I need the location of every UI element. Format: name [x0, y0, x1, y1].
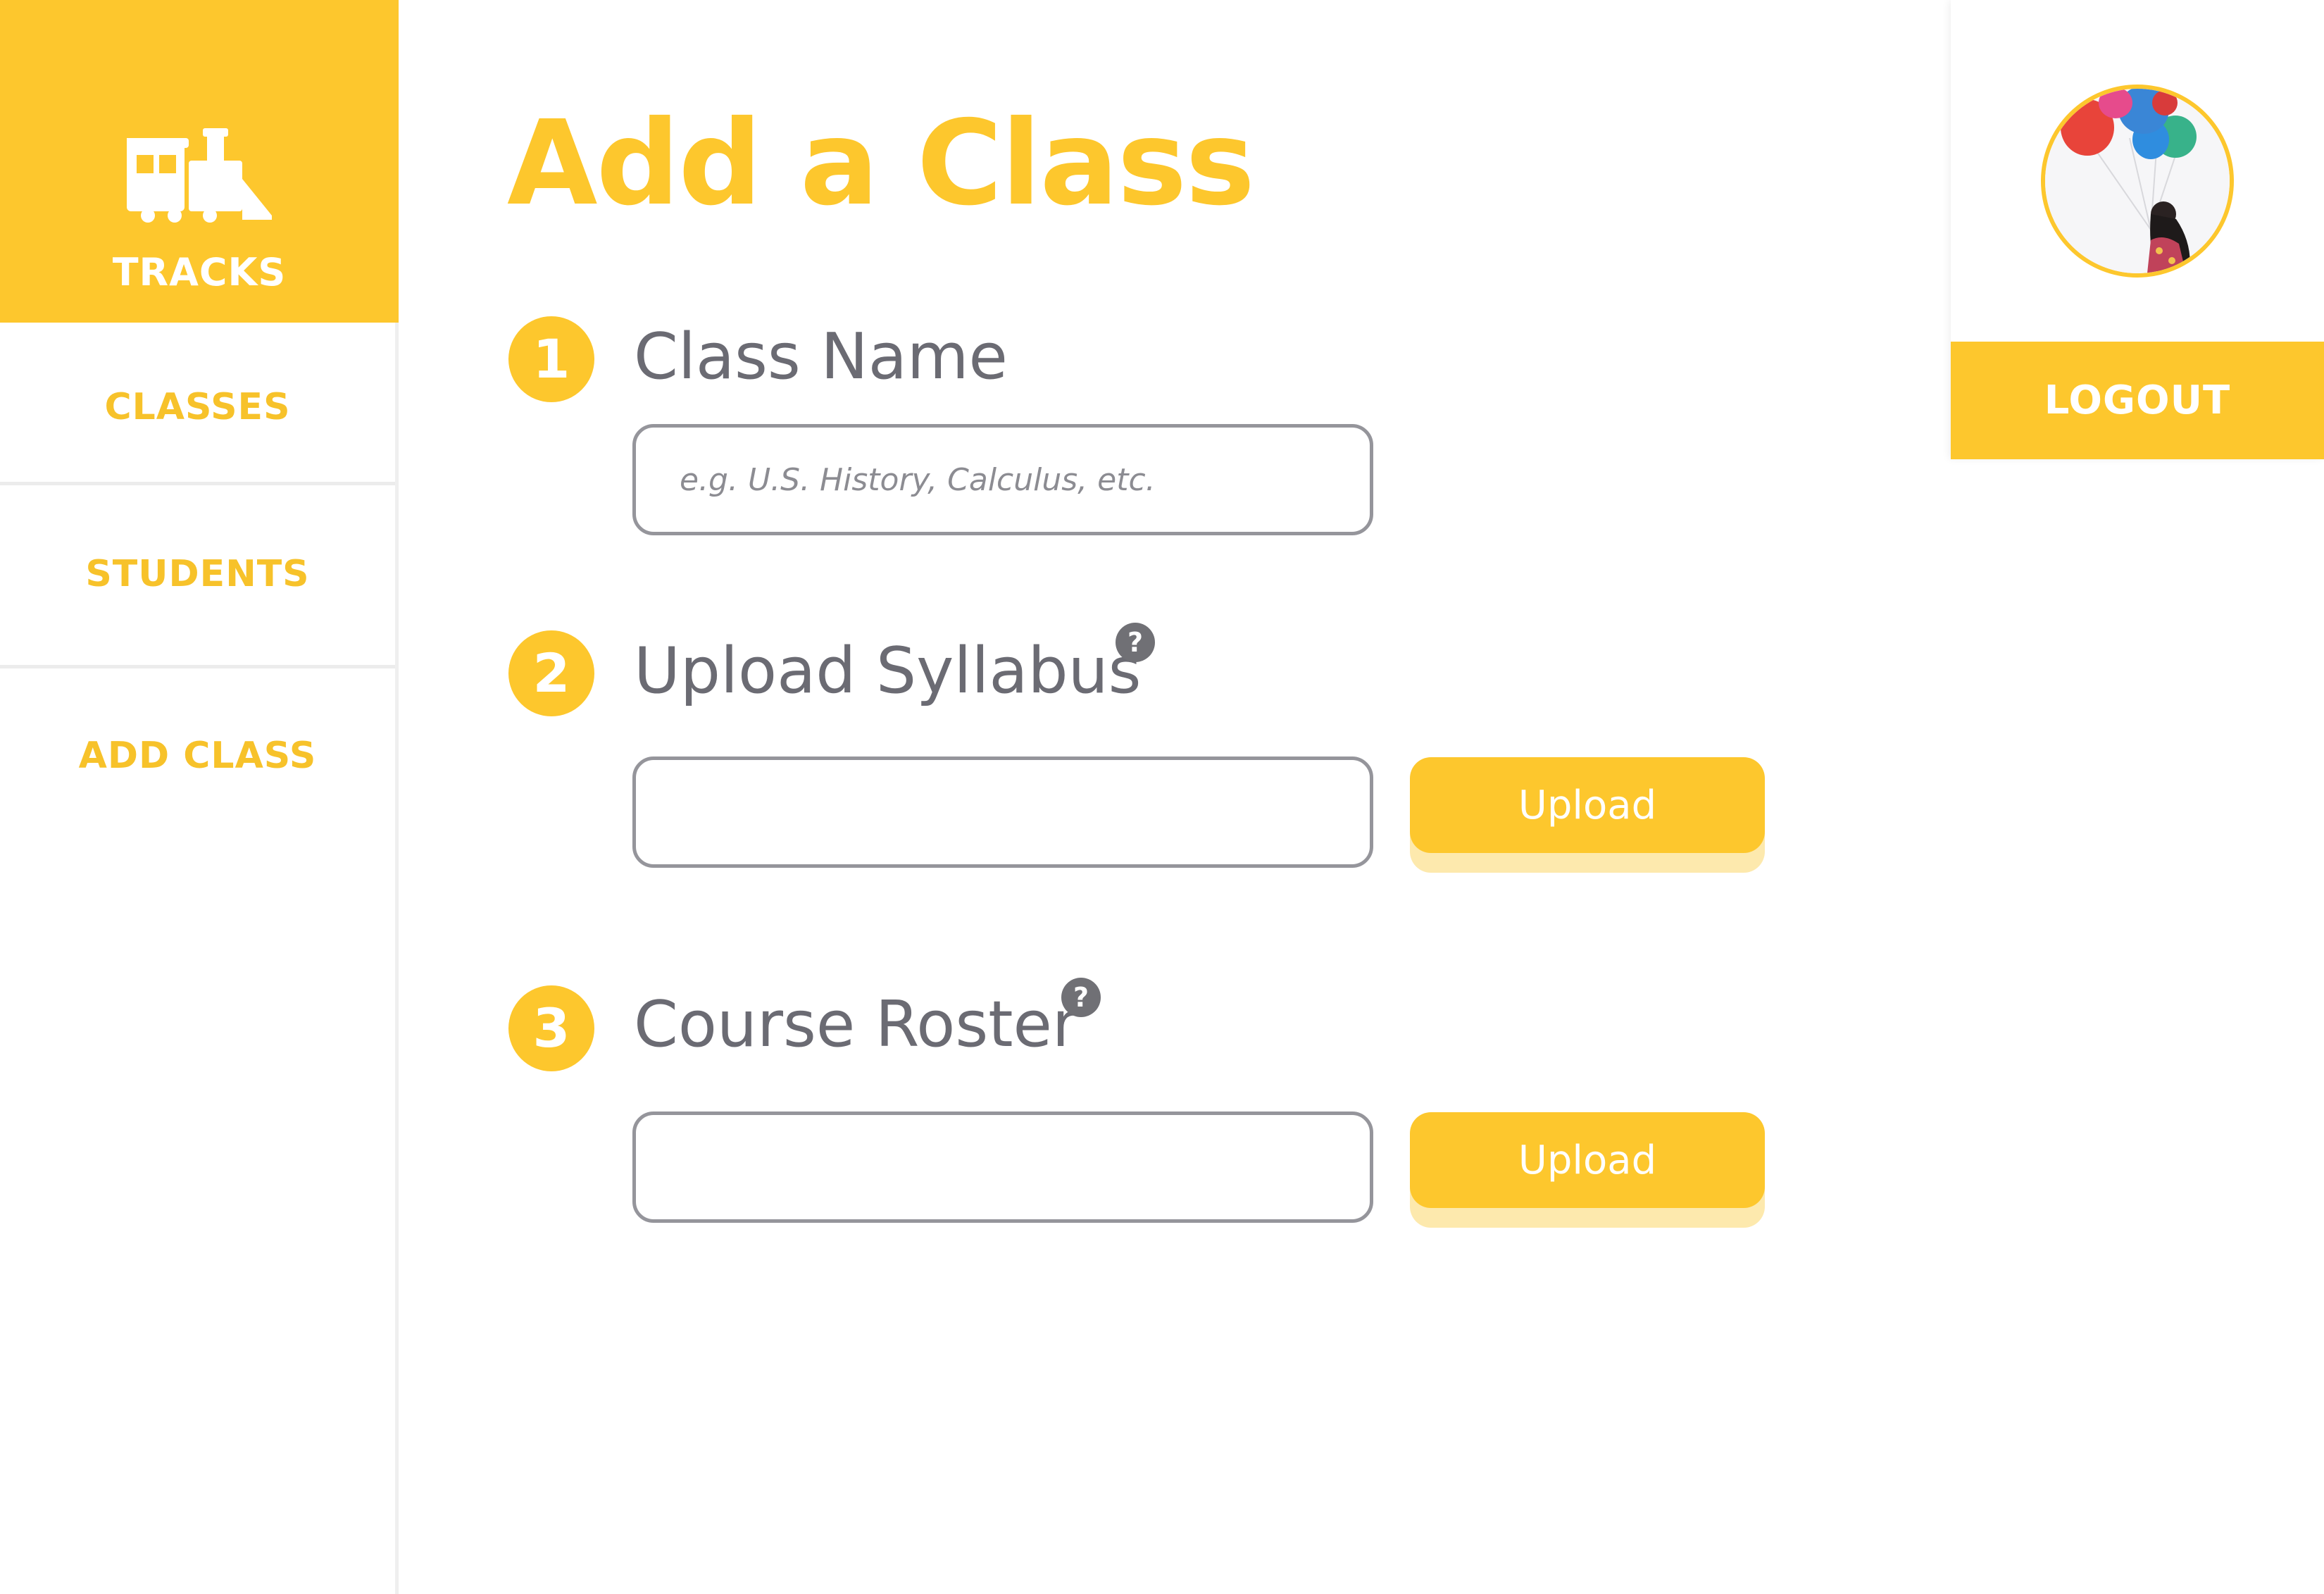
help-icon[interactable]: ? — [1116, 623, 1155, 662]
step-number-badge: 2 — [508, 630, 594, 716]
user-avatar-icon — [2045, 89, 2230, 273]
course-roster-label: Course Roster — [634, 988, 1078, 1061]
roster-file-field[interactable] — [632, 1112, 1373, 1223]
train-icon — [127, 128, 272, 223]
syllabus-file-field[interactable] — [632, 756, 1373, 868]
avatar[interactable] — [2041, 85, 2234, 278]
brand-logo[interactable]: TRACKS — [0, 0, 399, 323]
upload-syllabus-button[interactable]: Upload — [1410, 757, 1765, 853]
sidebar-divider — [0, 665, 395, 668]
step-number-badge: 1 — [508, 316, 594, 402]
page-title: Add a Class — [507, 96, 1255, 232]
help-icon[interactable]: ? — [1061, 978, 1101, 1017]
class-name-input[interactable] — [632, 424, 1373, 535]
sidebar: TRACKS CLASSES STUDENTS ADD CLASS — [0, 0, 399, 1594]
upload-syllabus-label: Upload Syllabus — [634, 634, 1142, 708]
sidebar-item-students[interactable]: STUDENTS — [0, 553, 395, 595]
sidebar-item-add-class[interactable]: ADD CLASS — [0, 735, 395, 777]
upload-roster-button[interactable]: Upload — [1410, 1112, 1765, 1208]
sidebar-divider — [0, 482, 395, 485]
class-name-label: Class Name — [634, 320, 1008, 394]
brand-label: TRACKS — [112, 250, 287, 294]
sidebar-item-classes[interactable]: CLASSES — [0, 386, 395, 428]
profile-panel: LOGOUT — [1951, 0, 2324, 459]
step-number-badge: 3 — [508, 985, 594, 1071]
logout-button[interactable]: LOGOUT — [1951, 342, 2324, 459]
